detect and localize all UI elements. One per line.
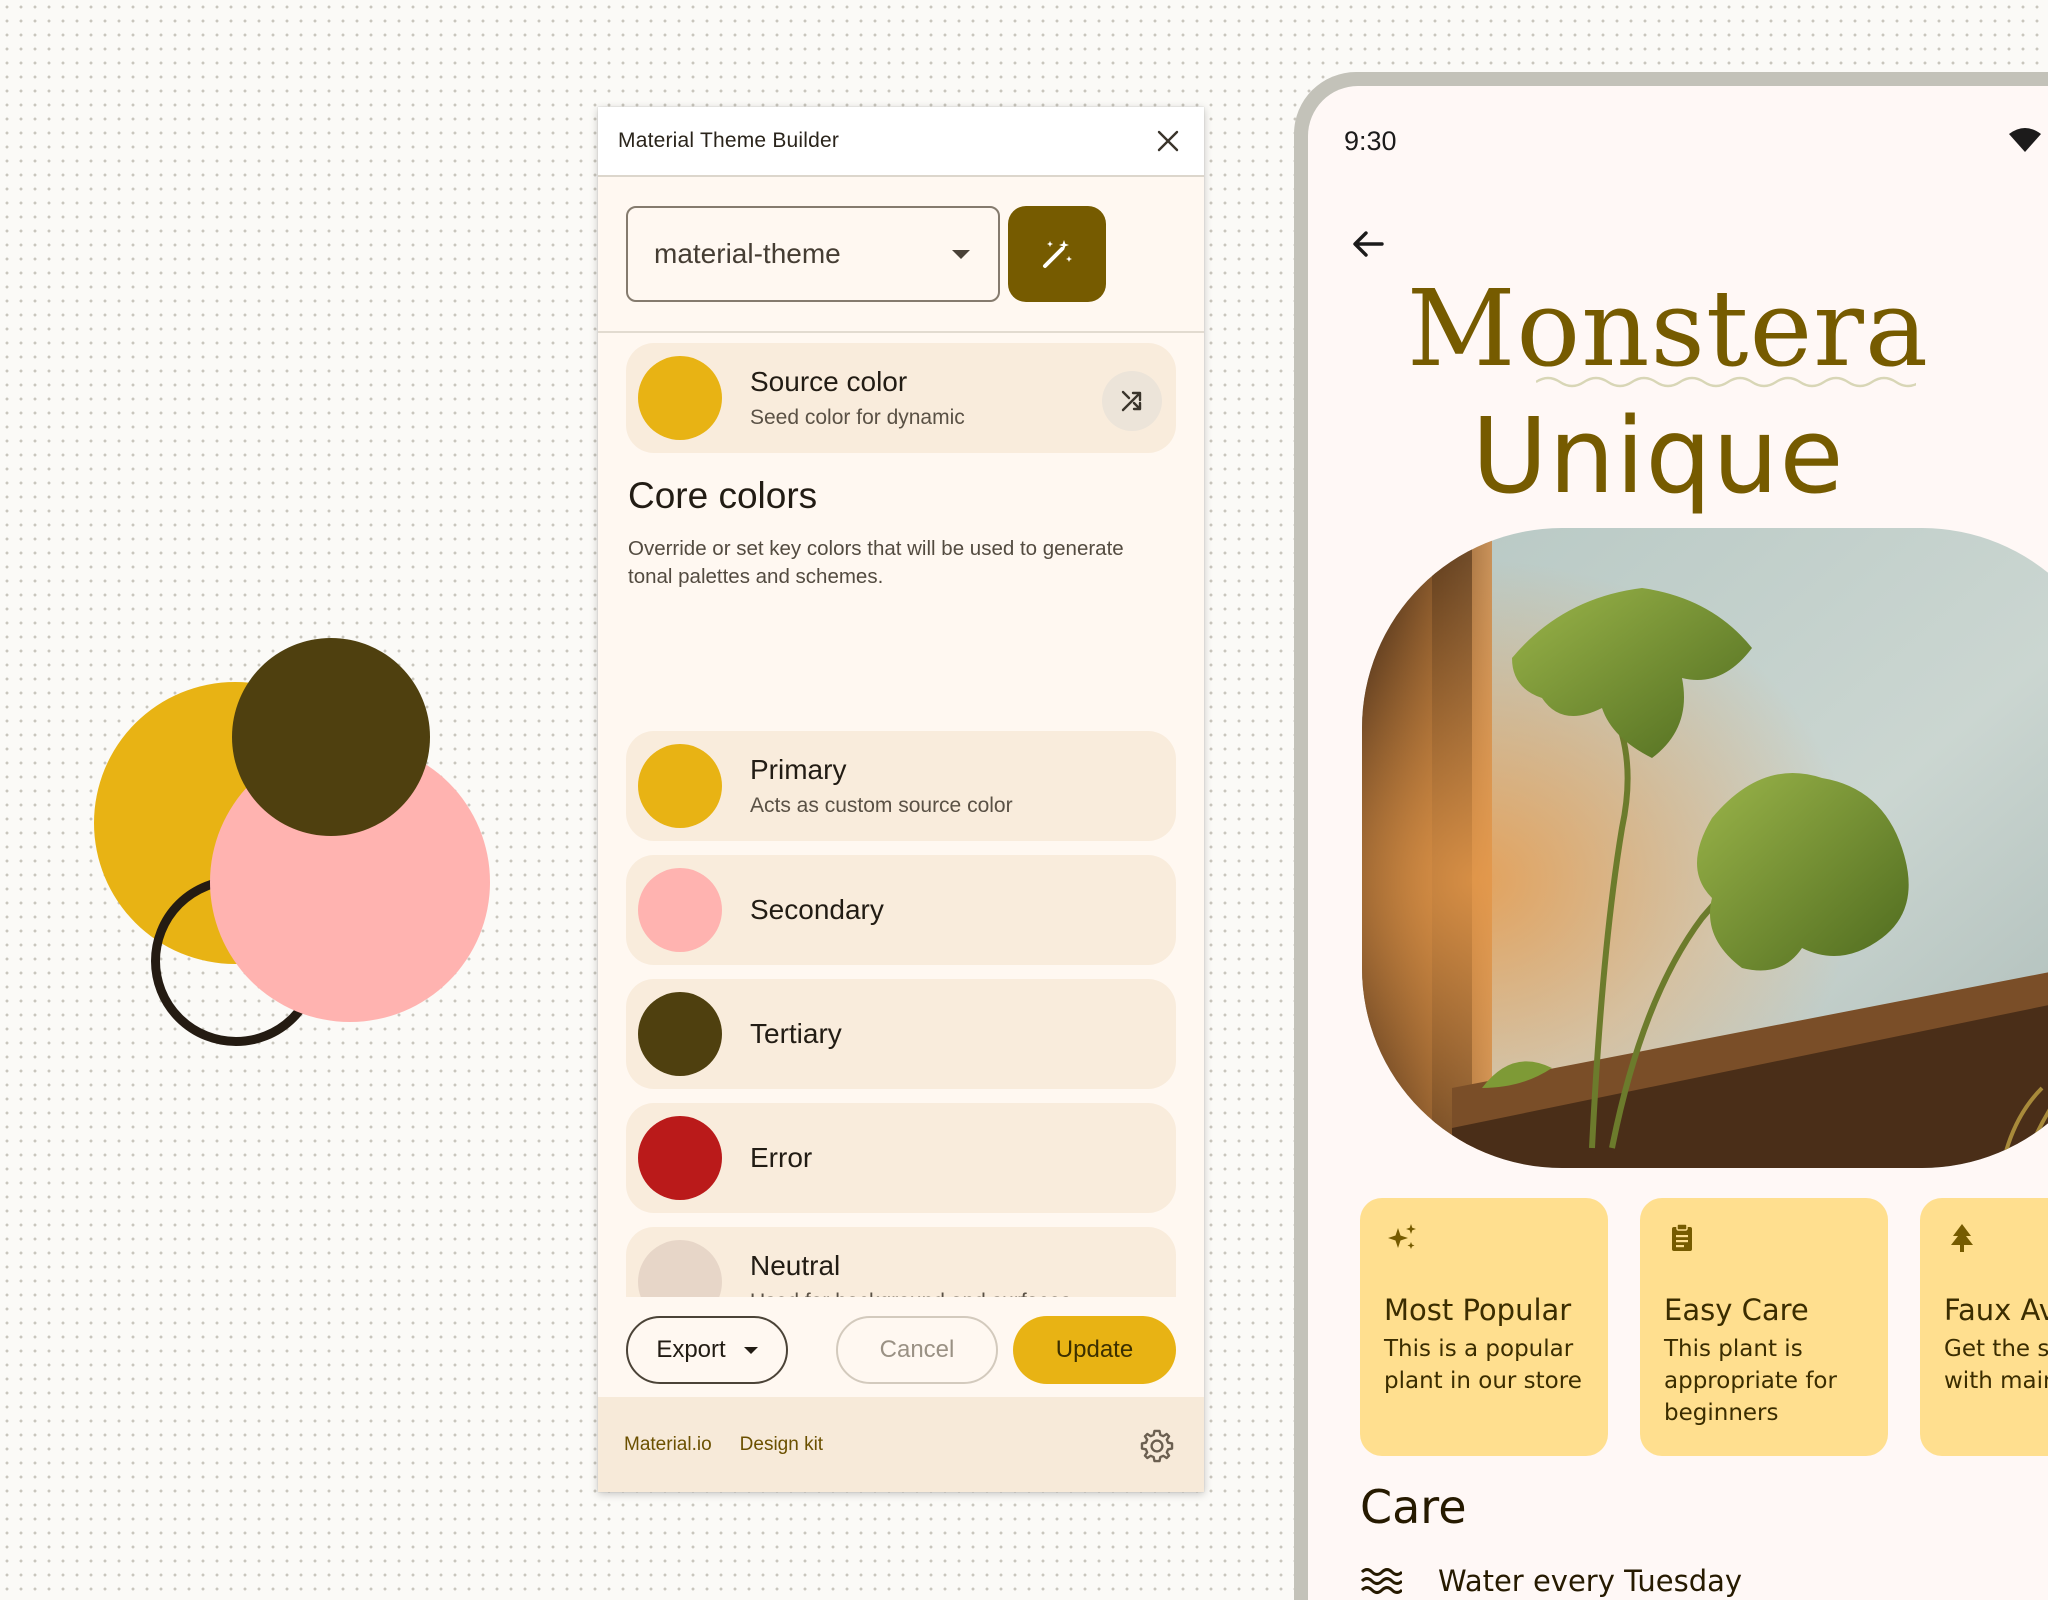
care-water-text: Water every Tuesday <box>1438 1564 1743 1598</box>
sparkle-icon <box>1388 1224 1416 1249</box>
panel-footer: Material.io Design kit <box>598 1397 1204 1492</box>
shuffle-icon <box>1121 390 1142 412</box>
wifi-icon <box>2009 128 2041 152</box>
neutral-swatch[interactable] <box>638 1240 722 1303</box>
secondary-text: Secondary <box>750 894 884 926</box>
source-color-text: Source color Seed color for dynamic <box>750 366 965 430</box>
shuffle-button[interactable] <box>1102 371 1162 431</box>
source-color-title: Source color <box>750 366 908 397</box>
chevron-down-icon <box>743 1346 758 1354</box>
tertiary-color-card[interactable]: Tertiary <box>626 979 1176 1089</box>
chip-title: Most Popular <box>1384 1293 1572 1327</box>
magic-wand-button[interactable] <box>1008 206 1106 302</box>
export-button[interactable]: Export <box>626 1316 788 1384</box>
decorative-circles <box>80 620 510 1060</box>
error-swatch[interactable] <box>638 1116 722 1200</box>
error-text: Error <box>750 1142 812 1174</box>
care-water-row: Water every Tuesday <box>1360 1564 1742 1598</box>
chip-most-popular[interactable]: Most Popular This is a popular plant in … <box>1360 1198 1608 1456</box>
chip-title: Faux Av <box>1944 1293 2048 1327</box>
panel-scroll-area[interactable]: Source color Seed color for dynamic Core… <box>598 333 1204 1303</box>
chevron-down-icon <box>952 249 970 259</box>
panel-header: Material Theme Builder <box>598 107 1204 177</box>
design-kit-link[interactable]: Design kit <box>740 1434 823 1456</box>
neutral-text: Neutral Used for background and surfaces <box>750 1250 1071 1303</box>
theme-select[interactable]: material-theme <box>626 206 1000 302</box>
gear-icon[interactable] <box>1138 1427 1176 1465</box>
chip-body: This is a popular plant in our store <box>1384 1336 1582 1394</box>
squiggle-decoration <box>1536 376 1916 388</box>
core-colors-description: Override or set key colors that will be … <box>628 537 1124 588</box>
panel-title: Material Theme Builder <box>618 129 840 152</box>
primary-text: Primary Acts as custom source color <box>750 754 1013 818</box>
primary-subtitle: Acts as custom source color <box>750 794 1013 817</box>
tertiary-swatch[interactable] <box>638 992 722 1076</box>
hero-title-line1: Monstera <box>1406 267 1930 390</box>
error-label: Error <box>750 1142 813 1173</box>
chip-easy-care[interactable]: Easy Care This plant is appropriate for … <box>1640 1198 1888 1456</box>
theme-builder-panel: Material Theme Builder material-theme So… <box>598 107 1204 1492</box>
care-title: Care <box>1360 1480 1467 1534</box>
primary-label: Primary <box>750 754 847 785</box>
panel-actions: Export Cancel Update <box>598 1297 1204 1397</box>
theme-row: material-theme <box>626 206 1106 302</box>
water-waves-icon <box>1360 1568 1402 1594</box>
hero-title-line2: Unique <box>1471 395 1845 517</box>
chip-body: Get the s look with maintena <box>1944 1336 2048 1394</box>
clipboard-icon <box>1672 1223 1692 1251</box>
cancel-button[interactable]: Cancel <box>836 1316 998 1384</box>
chip-faux[interactable]: Faux Av Get the s look with maintena <box>1920 1198 2048 1456</box>
theme-select-value: material-theme <box>654 238 841 269</box>
tertiary-label: Tertiary <box>750 1018 842 1049</box>
tablet-screen: 9:30 Monstera Unique Most Popular This i… <box>1308 86 2048 1600</box>
primary-swatch[interactable] <box>638 744 722 828</box>
neutral-color-card[interactable]: Neutral Used for background and surfaces <box>626 1227 1176 1303</box>
neutral-label: Neutral <box>750 1250 841 1281</box>
source-color-swatch[interactable] <box>638 356 722 440</box>
secondary-swatch[interactable] <box>638 868 722 952</box>
olive-circle <box>232 638 430 836</box>
secondary-label: Secondary <box>750 894 884 925</box>
close-icon[interactable] <box>1152 125 1184 157</box>
plant-photo <box>1362 528 2048 1168</box>
chip-body: This plant is appropriate for beginners <box>1664 1336 1837 1426</box>
error-color-card[interactable]: Error <box>626 1103 1176 1213</box>
back-arrow-icon[interactable] <box>1348 224 1388 264</box>
magic-wand-icon <box>1043 240 1072 268</box>
secondary-color-card[interactable]: Secondary <box>626 855 1176 965</box>
material-io-link[interactable]: Material.io <box>624 1434 712 1456</box>
tree-icon <box>1951 1224 1973 1252</box>
tertiary-text: Tertiary <box>750 1018 842 1050</box>
tablet-device: 9:30 Monstera Unique Most Popular This i… <box>1294 72 2048 1600</box>
source-color-card[interactable]: Source color Seed color for dynamic <box>626 343 1176 453</box>
status-time: 9:30 <box>1344 126 1397 156</box>
primary-color-card[interactable]: Primary Acts as custom source color <box>626 731 1176 841</box>
update-button[interactable]: Update <box>1013 1316 1176 1384</box>
chip-title: Easy Care <box>1664 1293 1809 1327</box>
source-color-subtitle: Seed color for dynamic <box>750 406 965 429</box>
core-colors-title: Core colors <box>628 475 818 516</box>
export-label: Export <box>656 1336 726 1363</box>
